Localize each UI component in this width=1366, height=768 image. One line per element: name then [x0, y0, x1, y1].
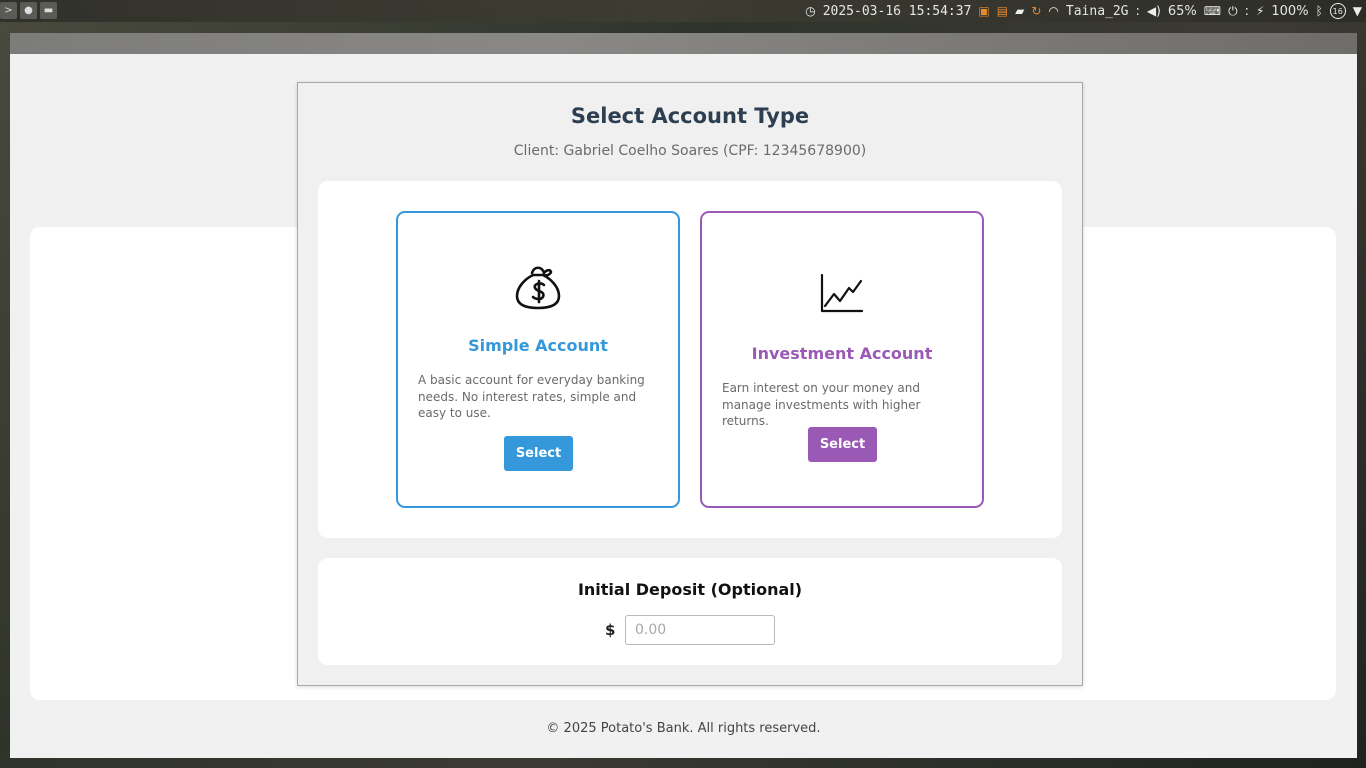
account-type-modal: Select Account Type Client: Gabriel Coel…: [297, 82, 1083, 686]
network-icon[interactable]: ▼: [1353, 4, 1362, 18]
browser-window: © 2025 Potato's Bank. All rights reserve…: [10, 33, 1357, 758]
client-info: Client: Gabriel Coelho Soares (CPF: 1234…: [513, 143, 867, 159]
app-launcher-icon[interactable]: ●: [20, 2, 37, 19]
simple-account-description: A basic account for everyday banking nee…: [418, 373, 645, 420]
simple-account-card[interactable]: Simple Account A basic account for every…: [396, 211, 680, 508]
bluetooth-icon[interactable]: ᛒ: [1316, 4, 1323, 18]
select-investment-account-button[interactable]: Select: [808, 427, 877, 462]
deposit-title: Initial Deposit (Optional): [577, 580, 803, 599]
battery-level[interactable]: 100%: [1271, 4, 1308, 19]
file-manager-launcher-icon[interactable]: ▬: [40, 2, 57, 19]
tray-separator-2: :: [1244, 3, 1249, 19]
datetime-display: 2025-03-16 15:54:37: [822, 3, 972, 19]
footer-copyright: © 2025 Potato's Bank. All rights reserve…: [546, 721, 821, 736]
wifi-icon[interactable]: ◠: [1048, 4, 1058, 18]
modal-title: Select Account Type: [570, 104, 810, 128]
keyboard-icon[interactable]: ⌨: [1204, 4, 1221, 18]
account-types-panel: Simple Account A basic account for every…: [318, 181, 1062, 538]
update-icon[interactable]: ↻: [1031, 4, 1041, 18]
system-top-bar: > ● ▬ ◷ 2025-03-16 15:54:37 ▣ ▤ ▰ ↻ ◠ Ta…: [0, 0, 1366, 22]
power-icon[interactable]: ⏻: [1228, 4, 1238, 19]
folder-icon[interactable]: ▰: [1015, 4, 1024, 18]
investment-account-card[interactable]: Investment Account Earn interest on your…: [700, 211, 984, 508]
volume-level[interactable]: 65%: [1168, 4, 1197, 19]
investment-account-title: Investment Account: [751, 344, 933, 363]
clock-icon: ◷: [805, 4, 816, 18]
calendar-icon[interactable]: ▤: [997, 4, 1008, 18]
notification-count-badge[interactable]: 16: [1329, 3, 1346, 19]
system-tray: ◷ 2025-03-16 15:54:37 ▣ ▤ ▰ ↻ ◠ Taina_2G…: [805, 2, 1362, 20]
select-simple-account-button[interactable]: Select: [504, 436, 573, 471]
currency-symbol: $: [605, 621, 616, 639]
charging-icon: ⚡: [1255, 4, 1265, 18]
wifi-name[interactable]: Taina_2G: [1066, 4, 1129, 19]
terminal-launcher-icon[interactable]: >: [0, 2, 17, 19]
initial-deposit-panel: Initial Deposit (Optional) $: [318, 558, 1062, 665]
launcher-buttons: > ● ▬: [0, 2, 57, 19]
terminal-icon[interactable]: ▣: [978, 4, 989, 18]
money-bag-icon: [398, 260, 678, 310]
window-title-strip: [10, 33, 1357, 54]
line-chart-icon: [702, 273, 982, 313]
tray-separator: :: [1135, 3, 1140, 19]
volume-icon[interactable]: ◀): [1147, 4, 1161, 18]
simple-account-title: Simple Account: [468, 336, 608, 355]
initial-deposit-input[interactable]: [625, 615, 775, 645]
investment-account-description: Earn interest on your money and manage i…: [722, 381, 921, 428]
